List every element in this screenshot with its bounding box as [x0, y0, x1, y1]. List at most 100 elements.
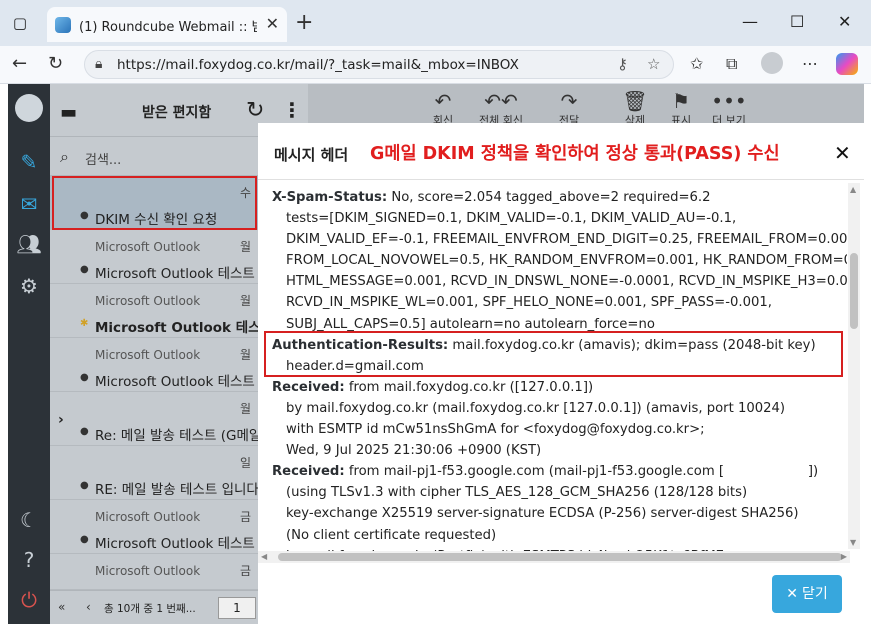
header-line: Received: from mail.foxydog.co.kr ([127.…: [272, 377, 847, 398]
scroll-up-icon[interactable]: ▲: [850, 185, 856, 194]
lock-icon[interactable]: 🔒︎: [95, 56, 102, 72]
search-input[interactable]: 검색...: [85, 149, 121, 168]
first-page-icon[interactable]: «: [58, 600, 65, 614]
scroll-right-icon[interactable]: ▶: [841, 552, 847, 561]
address-bar-row: ← ↻ 🔒︎ https://mail.foxydog.co.kr/mail/?…: [0, 46, 871, 84]
close-button[interactable]: ✕ 닫기: [772, 575, 842, 613]
settings-gear-icon[interactable]: ⚙: [8, 274, 50, 298]
message-from: Microsoft Outlook: [95, 348, 201, 362]
trash-icon: 🗑︎: [622, 89, 648, 113]
horizontal-scroll-thumb[interactable]: [278, 553, 842, 561]
message-date: 월: [240, 240, 252, 254]
read-dot-icon: ●: [80, 534, 89, 545]
tab-actions-icon[interactable]: ▢: [8, 12, 32, 34]
header-line: by mail.foxydog.co.kr (mail.foxydog.co.k…: [272, 398, 847, 419]
close-x-icon: ✕: [786, 586, 798, 602]
read-dot-icon: ●: [80, 264, 89, 275]
message-from: Microsoft Outlook: [95, 294, 201, 308]
page-input[interactable]: 1: [218, 597, 256, 619]
message-date: 월: [240, 294, 252, 308]
folder-open-icon: ▬: [60, 102, 78, 123]
header-value: HTML_MESSAGE=0.001, RCVD_IN_DNSWL_NONE=-…: [286, 274, 847, 290]
header-value: (using TLSv1.3 with cipher TLS_AES_128_G…: [286, 485, 748, 501]
message-from: Microsoft Outlook: [95, 564, 201, 578]
favorites-icon[interactable]: ✩: [690, 54, 703, 73]
search-icon: ⌕: [60, 147, 69, 166]
message-toolbar: ↶ 회신 ↶↶ 전체 회신 ↷ 전달 🗑︎ 삭제 ⚑ 표시 ••• 더 보기: [308, 84, 864, 127]
tab-close-icon[interactable]: ✕: [266, 14, 279, 33]
header-line: (No client certificate requested): [272, 525, 847, 546]
message-date: 월: [240, 402, 252, 416]
left-nav: ✎ ✉ 👥︎ ⚙ ☾ ? ⏻: [8, 84, 50, 624]
dialog-header: 메시지 헤더 G메일 DKIM 정책을 확인하여 정상 통과(PASS) 수신 …: [258, 123, 864, 180]
thread-expand-icon[interactable]: ›: [58, 412, 64, 428]
dialog-title: 메시지 헤더: [274, 146, 349, 164]
header-value: SUBJ_ALL_CAPS=0.5] autolearn=no autolear…: [286, 316, 655, 332]
dark-mode-moon-icon[interactable]: ☾: [8, 508, 50, 532]
header-value: DKIM_VALID_EF=-0.1, FREEMAIL_ENVFROM_END…: [286, 232, 847, 248]
header-value: key-exchange X25519 server-signature ECD…: [286, 506, 799, 522]
copilot-icon[interactable]: [836, 53, 858, 75]
scroll-down-icon[interactable]: ▼: [850, 538, 856, 547]
read-dot-icon: ●: [80, 480, 89, 491]
header-line: HTML_MESSAGE=0.001, RCVD_IN_DNSWL_NONE=-…: [272, 271, 847, 292]
contacts-icon[interactable]: 👥︎: [8, 232, 50, 256]
browser-titlebar: ▢ (1) Roundcube Webmail :: 받은 편 ✕ + — ☐ …: [0, 0, 871, 46]
header-key: Received:: [272, 379, 345, 395]
compose-icon[interactable]: ✎: [8, 150, 50, 174]
url-field[interactable]: 🔒︎ https://mail.foxydog.co.kr/mail/?_tas…: [84, 50, 674, 79]
header-key: X-Spam-Status:: [272, 190, 388, 205]
roundcube-logo-icon[interactable]: [15, 94, 43, 122]
horizontal-scrollbar[interactable]: ◀ ▶: [258, 551, 850, 563]
forward-icon: ↷: [560, 89, 578, 113]
back-icon[interactable]: ←: [12, 53, 27, 74]
extensions-icon[interactable]: ⧉: [726, 54, 737, 74]
mail-icon[interactable]: ✉: [8, 192, 50, 216]
profile-avatar[interactable]: [761, 52, 783, 74]
vertical-scroll-thumb[interactable]: [850, 253, 858, 329]
roundcube-favicon-icon: [55, 17, 71, 33]
header-value: from mail.foxydog.co.kr ([127.0.0.1]): [344, 379, 594, 395]
reload-icon[interactable]: ↻: [48, 53, 63, 74]
header-line: tests=[DKIM_SIGNED=0.1, DKIM_VALID=-0.1,…: [272, 208, 847, 229]
highlight-box-auth-results: [264, 331, 843, 377]
favorite-star-icon[interactable]: ☆: [647, 55, 660, 73]
header-value: with ESMTP id mCw51nsShGmA for <foxydog@…: [286, 422, 705, 438]
dialog-close-icon[interactable]: ✕: [834, 141, 851, 165]
header-value: FROM_LOCAL_NOVOWEL=0.5, HK_RANDOM_ENVFRO…: [286, 253, 847, 269]
message-from: Microsoft Outlook: [95, 240, 201, 254]
header-line: (using TLSv1.3 with cipher TLS_AES_128_G…: [272, 482, 847, 503]
read-dot-icon: ●: [80, 426, 89, 437]
scroll-left-icon[interactable]: ◀: [261, 552, 267, 561]
close-button-label: 닫기: [801, 586, 828, 602]
minimize-icon[interactable]: —: [742, 12, 758, 31]
header-value: by mail.foxydog.co.kr (mail.foxydog.co.k…: [286, 400, 786, 416]
url-text: https://mail.foxydog.co.kr/mail/?_task=m…: [117, 57, 519, 73]
read-dot-icon: ●: [80, 372, 89, 383]
logout-power-icon[interactable]: ⏻: [8, 588, 50, 612]
message-from: Microsoft Outlook: [95, 510, 201, 524]
new-tab-icon[interactable]: +: [295, 10, 313, 35]
prev-page-icon[interactable]: ‹: [86, 600, 91, 614]
message-date: 일: [240, 456, 252, 470]
message-date: 월: [240, 348, 252, 362]
header-value: (No client certificate requested): [286, 527, 497, 543]
header-line: DKIM_VALID_EF=-0.1, FREEMAIL_ENVFROM_END…: [272, 229, 847, 250]
message-count: 총 10개 중 1 번째...: [104, 603, 196, 615]
more-menu-icon[interactable]: ⋯: [802, 54, 818, 73]
list-options-icon[interactable]: ⋮: [282, 98, 302, 122]
reply-icon: ↶: [434, 89, 452, 113]
password-key-icon[interactable]: ⚷: [617, 55, 628, 73]
header-value: Wed, 9 Jul 2025 21:30:06 +0900 (KST): [286, 443, 542, 459]
vertical-scrollbar[interactable]: ▲ ▼: [848, 183, 860, 549]
window-close-icon[interactable]: ✕: [838, 12, 851, 31]
header-line: Wed, 9 Jul 2025 21:30:06 +0900 (KST): [272, 440, 847, 461]
header-line: FROM_LOCAL_NOVOWEL=0.5, HK_RANDOM_ENVFRO…: [272, 250, 847, 271]
refresh-icon[interactable]: ↻: [246, 98, 264, 123]
header-value: RCVD_IN_MSPIKE_WL=0.001, SPF_HELO_NONE=0…: [286, 295, 772, 311]
browser-tab[interactable]: (1) Roundcube Webmail :: 받은 편 ✕: [47, 7, 287, 42]
header-value: tests=[DKIM_SIGNED=0.1, DKIM_VALID=-0.1,…: [286, 211, 737, 227]
header-line: RCVD_IN_MSPIKE_WL=0.001, SPF_HELO_NONE=0…: [272, 292, 847, 313]
maximize-icon[interactable]: ☐: [790, 12, 804, 31]
help-icon[interactable]: ?: [8, 548, 50, 572]
